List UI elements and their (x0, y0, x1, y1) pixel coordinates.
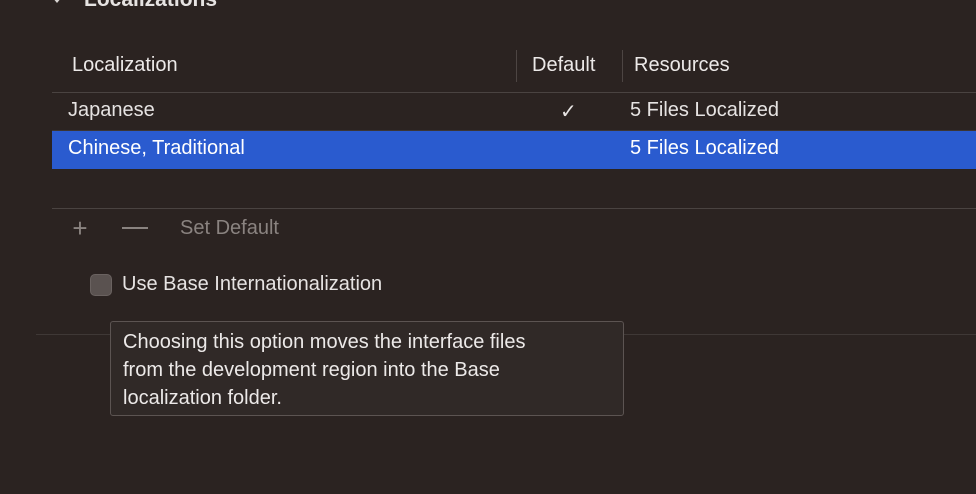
tooltip-line: from the development region into the Bas… (123, 359, 500, 381)
set-default-button[interactable]: Set Default (180, 217, 279, 240)
localization-cell: Chinese, Traditional (68, 137, 245, 159)
tooltip: Choosing this option moves the interface… (110, 321, 624, 416)
use-base-internationalization-option[interactable]: Use Base Internationalization (90, 273, 382, 296)
resources-cell: 5 Files Localized (630, 99, 779, 121)
chevron-down-icon[interactable] (52, 0, 62, 3)
tooltip-line: Choosing this option moves the interface… (123, 331, 526, 353)
section-title: Localizations (84, 0, 217, 12)
column-header-localization[interactable]: Localization (72, 54, 178, 77)
project-localizations-panel: Localizations Localization Default Resou… (0, 0, 976, 494)
column-header-resources[interactable]: Resources (634, 54, 730, 77)
column-header-default[interactable]: Default (532, 54, 595, 77)
checkmark-icon: ✓ (560, 101, 577, 123)
column-separator (622, 50, 623, 82)
localizations-toolbar: + Set Default (68, 214, 279, 242)
resources-cell: 5 Files Localized (630, 137, 779, 159)
localizations-section-header[interactable]: Localizations (52, 0, 217, 12)
table-row-japanese[interactable]: Japanese ✓ 5 Files Localized (52, 93, 976, 131)
plus-icon[interactable]: + (68, 215, 92, 241)
table-row-chinese-traditional[interactable]: Chinese, Traditional 5 Files Localized (52, 131, 976, 169)
localization-cell: Japanese (68, 99, 155, 121)
column-separator (516, 50, 517, 82)
checkbox-label[interactable]: Use Base Internationalization (122, 273, 382, 296)
tooltip-line: localization folder. (123, 387, 282, 409)
use-base-internationalization-checkbox[interactable] (90, 273, 112, 296)
table-header: Localization Default Resources (52, 42, 976, 93)
minus-icon[interactable] (122, 227, 148, 229)
localizations-table: Localization Default Resources Japanese … (52, 42, 976, 210)
table-bottom-border (52, 208, 976, 209)
